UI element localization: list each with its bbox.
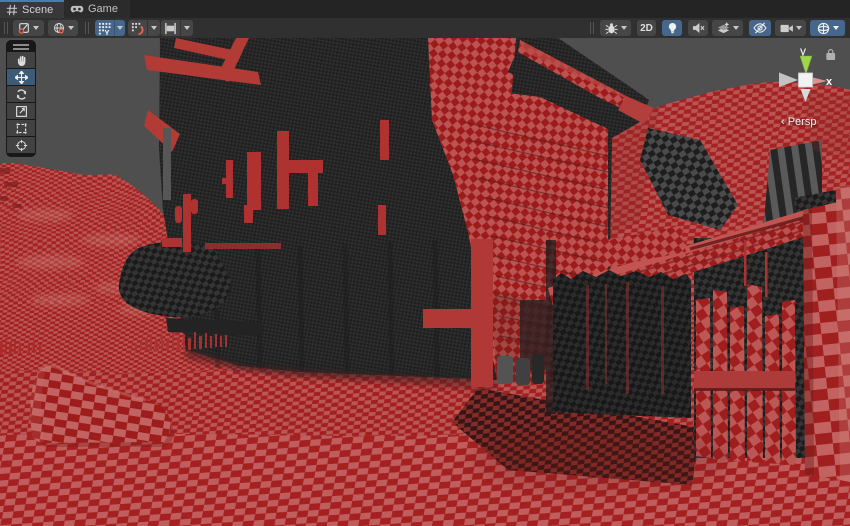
svg-text:Y: Y — [105, 28, 110, 35]
svg-text:x: x — [826, 76, 833, 88]
